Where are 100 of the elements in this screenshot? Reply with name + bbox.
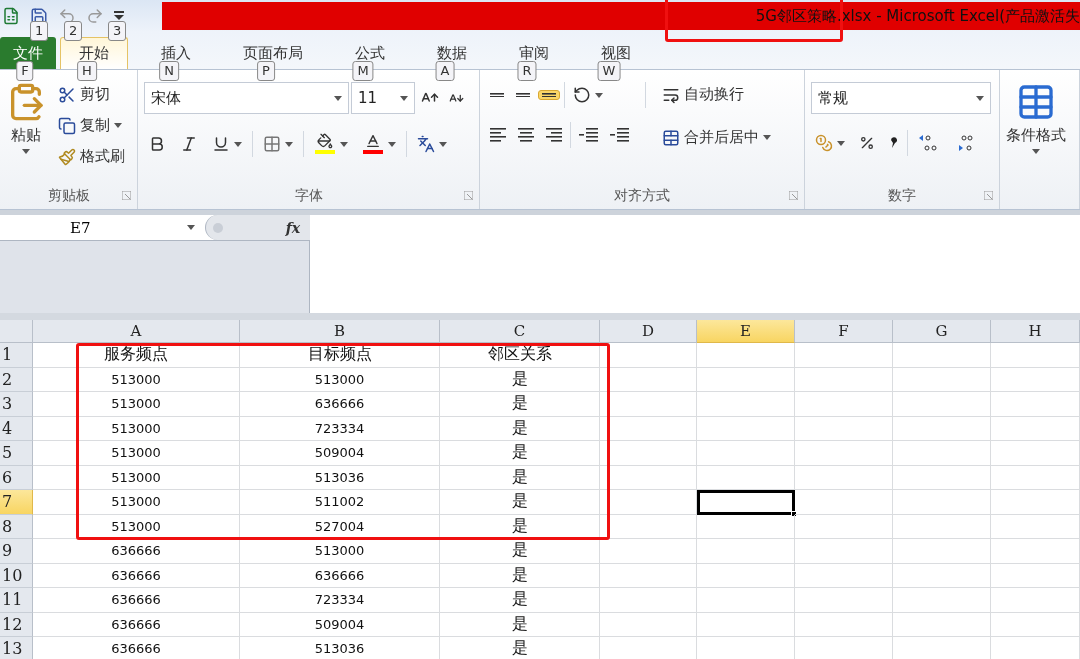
row-header[interactable]: 6: [0, 465, 33, 490]
row-header[interactable]: 11: [0, 588, 33, 613]
row-header[interactable]: 12: [0, 612, 33, 637]
customize-icon[interactable]: [114, 11, 124, 21]
key-tip: F: [16, 61, 34, 81]
column-header[interactable]: C: [440, 320, 600, 343]
column-header[interactable]: D: [600, 320, 697, 343]
fill-handle[interactable]: [791, 510, 797, 517]
table-cell: 是: [440, 465, 600, 490]
column-header[interactable]: E: [697, 320, 795, 343]
window-title: 5G邻区策略.xlsx - Microsoft Excel(产品激活失: [755, 6, 1080, 26]
table-cell: 是: [440, 514, 600, 539]
table-cell: 636666: [33, 563, 240, 588]
table-cell: 513000: [33, 490, 240, 515]
copy-button[interactable]: 复制: [54, 113, 126, 138]
font-size-dropdown[interactable]: 11: [351, 82, 415, 114]
cut-button[interactable]: 剪切: [54, 82, 114, 107]
name-box[interactable]: E7: [0, 215, 205, 240]
launcher-icon[interactable]: [984, 191, 993, 200]
column-header[interactable]: F: [795, 320, 893, 343]
column-header[interactable]: H: [991, 320, 1080, 343]
align-icon: [516, 92, 530, 98]
group-label: 数字: [888, 187, 916, 205]
table-cell: 527004: [240, 514, 440, 539]
caret-icon: [439, 141, 447, 147]
table-cell: 是: [440, 416, 600, 441]
percent-icon: [859, 135, 875, 151]
table-cell: 服务频点: [33, 343, 240, 368]
row-header[interactable]: 5: [0, 441, 33, 466]
table-cell: 723334: [240, 416, 440, 441]
table-cell: 513000: [33, 441, 240, 466]
font-name-dropdown[interactable]: 宋体: [144, 82, 349, 114]
table-cell: 636666: [33, 588, 240, 613]
underline-icon: [212, 135, 230, 153]
caret-icon: [976, 95, 984, 101]
row-header[interactable]: 4: [0, 416, 33, 441]
paste-button[interactable]: 粘贴: [6, 82, 46, 183]
caret-icon: [1032, 149, 1040, 154]
table-cell: 513000: [33, 416, 240, 441]
table-cell: 636666: [33, 612, 240, 637]
column-header[interactable]: G: [893, 320, 991, 343]
table-cell: 509004: [240, 441, 440, 466]
table-cell: 511002: [240, 490, 440, 515]
table-cell: 513000: [33, 465, 240, 490]
row-header[interactable]: 7: [0, 490, 33, 515]
table-cell: 是: [440, 588, 600, 613]
row-header[interactable]: 8: [0, 514, 33, 539]
copy-icon: [58, 116, 76, 135]
table-cell: 是: [440, 367, 600, 392]
indent-icon: [579, 128, 598, 142]
align-icon: [542, 92, 556, 98]
row-header[interactable]: 9: [0, 539, 33, 564]
key-tip: P: [257, 61, 275, 81]
table-cell: 是: [440, 539, 600, 564]
table-cell: 636666: [240, 563, 440, 588]
caret-icon: [340, 141, 348, 147]
table-cell: 是: [440, 441, 600, 466]
launcher-icon[interactable]: [464, 191, 473, 200]
indent-icon: [610, 128, 629, 142]
align-icon: [518, 128, 534, 142]
formula-input[interactable]: [310, 215, 1080, 313]
launcher-icon[interactable]: [789, 191, 798, 200]
paint-bucket-icon: [314, 133, 336, 155]
table-cell: 513000: [33, 367, 240, 392]
row-header[interactable]: 1: [0, 343, 33, 368]
wrap-text-button[interactable]: 自动换行: [658, 82, 748, 107]
table-cell: 是: [440, 612, 600, 637]
format-painter-button[interactable]: 格式刷: [54, 144, 129, 169]
caret-icon: [763, 135, 771, 140]
key-tip: 3: [108, 21, 127, 41]
key-tip: H: [77, 61, 97, 81]
table-icon: [1016, 82, 1056, 122]
merge-center-button[interactable]: 合并后居中: [658, 125, 775, 150]
row-header[interactable]: 13: [0, 637, 33, 659]
coins-icon: [815, 134, 833, 152]
table-cell: 是: [440, 563, 600, 588]
vertical-align-button[interactable]: [538, 89, 560, 101]
phonetic-icon: [417, 135, 435, 153]
key-tip: A: [435, 61, 455, 81]
launcher-icon[interactable]: [122, 191, 131, 200]
key-tip: 1: [30, 21, 49, 41]
table-cell: 513036: [240, 637, 440, 659]
caret-icon: [595, 92, 603, 98]
column-header[interactable]: B: [240, 320, 440, 343]
redo-icon: [86, 7, 104, 25]
table-cell: 513000: [33, 514, 240, 539]
table-cell: 513000: [240, 539, 440, 564]
caret-icon: [400, 95, 408, 101]
row-header[interactable]: 10: [0, 563, 33, 588]
caret-icon: [187, 225, 195, 230]
conditional-formatting-button[interactable]: 条件格式: [1006, 82, 1066, 209]
insert-function-button[interactable]: fx: [285, 219, 300, 236]
number-format-dropdown[interactable]: 常规: [811, 82, 991, 114]
table-cell: 509004: [240, 612, 440, 637]
caret-icon: [334, 95, 342, 101]
column-header[interactable]: A: [33, 320, 240, 343]
font-color-icon: [362, 133, 384, 155]
row-header[interactable]: 2: [0, 367, 33, 392]
rotate-icon: [573, 86, 591, 104]
row-header[interactable]: 3: [0, 392, 33, 417]
